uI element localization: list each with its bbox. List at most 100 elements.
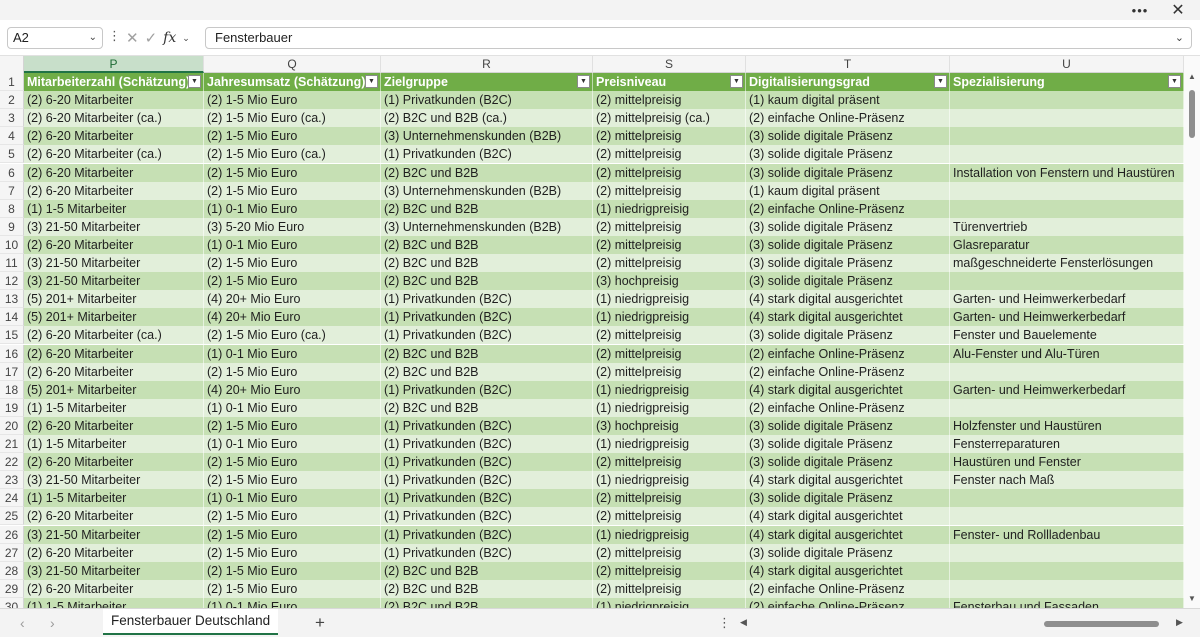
table-cell[interactable]: (2) 1-5 Mio Euro xyxy=(204,561,381,580)
table-cell[interactable]: (2) B2C und B2B (ca.) xyxy=(381,109,593,128)
row-number[interactable]: 17 xyxy=(0,362,24,381)
table-cell[interactable]: (2) 6-20 Mitarbeiter xyxy=(24,344,204,363)
table-cell[interactable]: (4) stark digital ausgerichtet xyxy=(746,561,950,580)
horizontal-scroll-thumb[interactable] xyxy=(1044,621,1159,627)
table-cell[interactable]: (2) B2C und B2B xyxy=(381,344,593,363)
row-number[interactable]: 28 xyxy=(0,561,24,580)
table-cell[interactable]: Holzfenster und Haustüren xyxy=(950,416,1184,435)
table-cell[interactable]: (2) B2C und B2B xyxy=(381,235,593,254)
table-cell[interactable] xyxy=(950,199,1184,218)
row-number[interactable]: 21 xyxy=(0,435,24,454)
column-header-p[interactable]: P xyxy=(24,56,204,73)
table-cell[interactable]: (2) B2C und B2B xyxy=(381,561,593,580)
table-cell[interactable]: (3) solide digitale Präsenz xyxy=(746,235,950,254)
table-cell[interactable]: (2) mittelpreisig xyxy=(593,163,746,182)
table-cell[interactable]: (4) 20+ Mio Euro xyxy=(204,290,381,309)
row-number[interactable]: 22 xyxy=(0,453,24,472)
table-cell[interactable]: (1) Privatkunden (B2C) xyxy=(381,308,593,327)
table-cell[interactable]: (1) 1-5 Mitarbeiter xyxy=(24,489,204,508)
table-cell[interactable]: (2) B2C und B2B xyxy=(381,272,593,291)
table-cell[interactable]: (2) mittelpreisig xyxy=(593,543,746,562)
table-cell[interactable]: (2) mittelpreisig xyxy=(593,561,746,580)
insert-function-icon[interactable]: fx xyxy=(163,30,176,46)
spreadsheet-grid[interactable]: PQRSTU 1 Mitarbeiterzahl (Schätzung) ▼ Jahr… xyxy=(0,56,1184,608)
row-number[interactable]: 18 xyxy=(0,380,24,399)
table-cell[interactable] xyxy=(950,489,1184,508)
column-header-t[interactable]: T xyxy=(746,56,950,73)
vertical-scroll-thumb[interactable] xyxy=(1189,90,1195,138)
table-cell[interactable]: (3) solide digitale Präsenz xyxy=(746,489,950,508)
table-cell[interactable]: (2) 1-5 Mio Euro xyxy=(204,453,381,472)
table-cell[interactable]: Haustüren und Fenster xyxy=(950,453,1184,472)
table-cell[interactable]: (2) 1-5 Mio Euro (ca.) xyxy=(204,326,381,345)
table-cell[interactable]: (1) 0-1 Mio Euro xyxy=(204,199,381,218)
table-cell[interactable]: (2) 6-20 Mitarbeiter xyxy=(24,579,204,598)
table-cell[interactable]: (2) 1-5 Mio Euro xyxy=(204,91,381,110)
table-cell[interactable]: Garten- und Heimwerkerbedarf xyxy=(950,380,1184,399)
table-cell[interactable]: (2) mittelpreisig xyxy=(593,235,746,254)
scroll-down-icon[interactable]: ▼ xyxy=(1184,594,1200,603)
row-number[interactable]: 30 xyxy=(0,597,24,608)
table-cell[interactable]: (1) Privatkunden (B2C) xyxy=(381,326,593,345)
table-cell[interactable]: (1) 0-1 Mio Euro xyxy=(204,344,381,363)
row-number[interactable]: 1 xyxy=(0,73,24,92)
table-cell[interactable]: (2) 1-5 Mio Euro xyxy=(204,181,381,200)
table-cell[interactable]: (2) einfache Online-Präsenz xyxy=(746,344,950,363)
chevron-down-icon[interactable]: ⌄ xyxy=(89,28,97,48)
expand-formula-bar-icon[interactable]: ⌄ xyxy=(1175,28,1184,48)
filter-dropdown-icon[interactable]: ▼ xyxy=(934,75,947,88)
chevron-down-icon[interactable]: ⌄ xyxy=(182,33,190,44)
row-number[interactable]: 24 xyxy=(0,489,24,508)
table-cell[interactable]: (2) mittelpreisig xyxy=(593,362,746,381)
table-cell[interactable]: (1) niedrigpreisig xyxy=(593,398,746,417)
table-cell[interactable] xyxy=(950,181,1184,200)
table-cell[interactable] xyxy=(950,579,1184,598)
table-cell[interactable]: (4) stark digital ausgerichtet xyxy=(746,525,950,544)
table-cell[interactable] xyxy=(950,507,1184,526)
table-cell[interactable]: (4) stark digital ausgerichtet xyxy=(746,507,950,526)
row-number[interactable]: 2 xyxy=(0,91,24,110)
table-cell[interactable]: (4) stark digital ausgerichtet xyxy=(746,308,950,327)
table-cell[interactable]: (3) 21-50 Mitarbeiter xyxy=(24,272,204,291)
table-cell[interactable]: (2) einfache Online-Präsenz xyxy=(746,109,950,128)
filter-dropdown-icon[interactable]: ▼ xyxy=(577,75,590,88)
table-cell[interactable]: (4) stark digital ausgerichtet xyxy=(746,290,950,309)
table-cell[interactable]: (2) 1-5 Mio Euro xyxy=(204,416,381,435)
column-title[interactable]: Digitalisierungsgrad ▼ xyxy=(746,73,950,92)
column-header-q[interactable]: Q xyxy=(204,56,381,73)
table-cell[interactable]: (2) mittelpreisig xyxy=(593,181,746,200)
filter-dropdown-icon[interactable]: ▼ xyxy=(365,75,378,88)
table-cell[interactable]: Fensterbau und Fassaden xyxy=(950,597,1184,608)
table-cell[interactable]: (1) Privatkunden (B2C) xyxy=(381,380,593,399)
table-cell[interactable]: (1) niedrigpreisig xyxy=(593,471,746,490)
table-cell[interactable]: (2) 1-5 Mio Euro xyxy=(204,525,381,544)
table-cell[interactable] xyxy=(950,272,1184,291)
table-cell[interactable]: Alu-Fenster und Alu-Türen xyxy=(950,344,1184,363)
table-cell[interactable]: (5) 201+ Mitarbeiter xyxy=(24,290,204,309)
table-cell[interactable]: (1) 0-1 Mio Euro xyxy=(204,235,381,254)
table-cell[interactable]: (1) 0-1 Mio Euro xyxy=(204,597,381,608)
close-icon[interactable]: ✕ xyxy=(1160,0,1196,20)
table-cell[interactable]: (1) niedrigpreisig xyxy=(593,199,746,218)
table-cell[interactable]: (2) B2C und B2B xyxy=(381,597,593,608)
table-cell[interactable]: (1) 0-1 Mio Euro xyxy=(204,489,381,508)
table-cell[interactable]: (2) 6-20 Mitarbeiter xyxy=(24,91,204,110)
row-number[interactable]: 3 xyxy=(0,109,24,128)
horizontal-scrollbar[interactable] xyxy=(752,621,1160,627)
table-cell[interactable]: (2) mittelpreisig xyxy=(593,91,746,110)
table-cell[interactable]: (3) 21-50 Mitarbeiter xyxy=(24,525,204,544)
table-cell[interactable]: (5) 201+ Mitarbeiter xyxy=(24,308,204,327)
table-cell[interactable]: (2) mittelpreisig xyxy=(593,489,746,508)
table-cell[interactable]: (2) 1-5 Mio Euro xyxy=(204,163,381,182)
table-cell[interactable]: (1) niedrigpreisig xyxy=(593,290,746,309)
table-cell[interactable]: (2) 6-20 Mitarbeiter xyxy=(24,163,204,182)
table-cell[interactable]: (1) 1-5 Mitarbeiter xyxy=(24,435,204,454)
table-cell[interactable]: (3) solide digitale Präsenz xyxy=(746,145,950,164)
sheet-tab-fensterbauer-deutschland[interactable]: Fensterbauer Deutschland xyxy=(103,609,279,635)
table-cell[interactable]: Garten- und Heimwerkerbedarf xyxy=(950,290,1184,309)
table-cell[interactable] xyxy=(950,91,1184,110)
table-cell[interactable]: (2) einfache Online-Präsenz xyxy=(746,398,950,417)
table-cell[interactable]: (3) 21-50 Mitarbeiter xyxy=(24,471,204,490)
filter-dropdown-icon[interactable]: ▼ xyxy=(730,75,743,88)
row-number[interactable]: 23 xyxy=(0,471,24,490)
